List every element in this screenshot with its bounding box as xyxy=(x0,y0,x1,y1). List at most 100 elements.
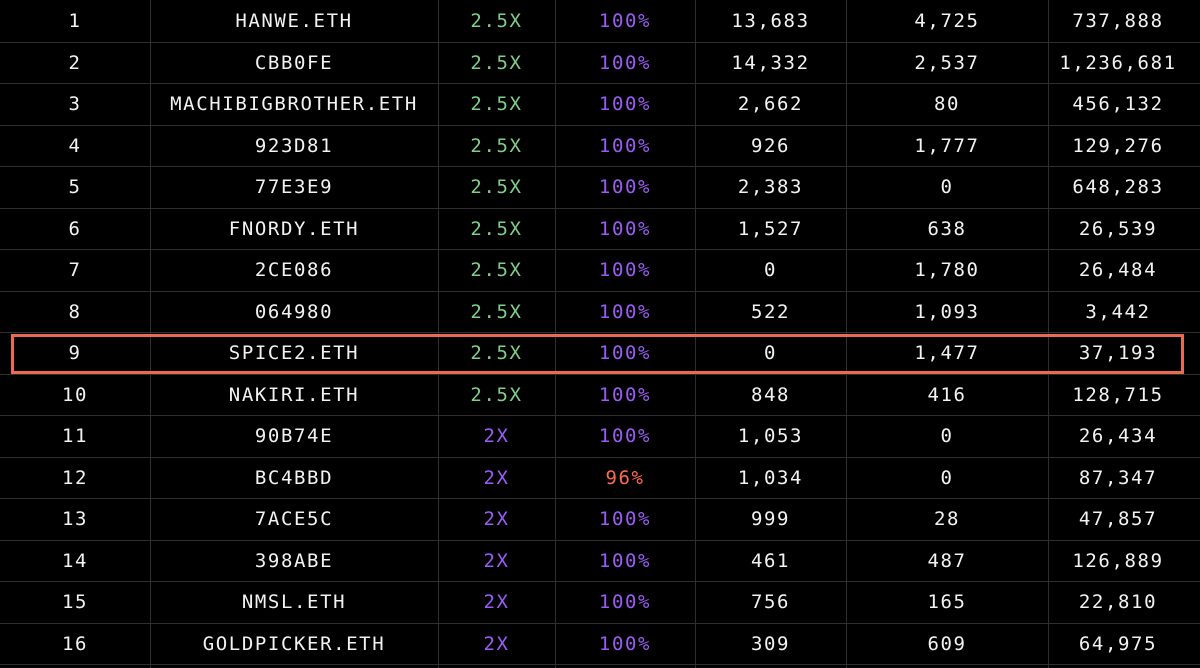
percent-cell: 100% xyxy=(598,300,652,323)
multiplier-cell: 2X xyxy=(483,425,510,448)
value-1-cell: 848 xyxy=(750,383,791,406)
percent-cell: 96% xyxy=(605,466,645,489)
table-row[interactable]: 9 SPICE2.ETH 2.5X 100% 0 1,477 37,193 xyxy=(0,333,1200,375)
value-2-cell: 0 xyxy=(940,425,954,448)
value-1-cell: 13,683 xyxy=(731,10,810,33)
multiplier-cell: 2.5X xyxy=(470,176,523,199)
table-row[interactable]: 6 FNORDY.ETH 2.5X 100% 1,527 638 26,539 xyxy=(0,209,1200,250)
wallet-name-cell: BC4BBD xyxy=(254,466,334,489)
percent-cell: 100% xyxy=(598,591,652,614)
rank-cell: 14 xyxy=(61,549,89,572)
value-1-cell: 2,662 xyxy=(737,93,804,116)
multiplier-cell: 2X xyxy=(483,549,510,572)
wallet-name-cell: CBB0FE xyxy=(254,51,334,74)
wallet-name-cell: SPICE2.ETH xyxy=(228,342,360,365)
multiplier-cell: 2.5X xyxy=(470,259,523,282)
wallet-name-cell: GOLDPICKER.ETH xyxy=(202,632,386,655)
wallet-name-cell: 90B74E xyxy=(254,425,334,448)
value-1-cell: 999 xyxy=(750,508,791,531)
value-2-cell: 0 xyxy=(940,466,954,489)
value-1-cell: 756 xyxy=(750,591,791,614)
multiplier-cell: 2.5X xyxy=(470,134,523,157)
percent-cell: 100% xyxy=(598,51,652,74)
table-row[interactable]: 8 064980 2.5X 100% 522 1,093 3,442 xyxy=(0,292,1200,333)
value-3-cell: 3,442 xyxy=(1085,300,1151,323)
value-3-cell: 26,434 xyxy=(1078,425,1158,448)
table-row[interactable]: 2 CBB0FE 2.5X 100% 14,332 2,537 1,236,681 xyxy=(0,43,1200,84)
table-row[interactable]: 12 BC4BBD 2X 96% 1,034 0 87,347 xyxy=(0,458,1200,499)
value-2-cell: 609 xyxy=(927,632,967,655)
percent-cell: 100% xyxy=(598,508,652,531)
percent-cell: 100% xyxy=(598,259,652,282)
rank-cell: 1 xyxy=(68,10,82,33)
table-row[interactable]: 13 7ACE5C 2X 100% 999 28 47,857 xyxy=(0,499,1200,541)
value-2-cell: 638 xyxy=(927,217,967,240)
value-3-cell: 37,193 xyxy=(1078,342,1158,365)
value-1-cell: 14,332 xyxy=(731,51,810,74)
value-3-cell: 126,889 xyxy=(1072,549,1164,572)
value-2-cell: 2,537 xyxy=(914,51,980,74)
value-1-cell: 0 xyxy=(763,259,778,282)
value-2-cell: 28 xyxy=(933,508,961,531)
percent-cell: 100% xyxy=(598,134,652,157)
multiplier-cell: 2.5X xyxy=(470,93,523,116)
value-1-cell: 1,053 xyxy=(737,425,804,448)
value-1-cell: 926 xyxy=(750,134,791,157)
multiplier-cell: 2.5X xyxy=(470,383,523,406)
table-row[interactable]: 1 HANWE.ETH 2.5X 100% 13,683 4,725 737,888 xyxy=(0,1,1200,43)
table-row[interactable]: 5 77E3E9 2.5X 100% 2,383 0 648,283 xyxy=(0,167,1200,209)
table-row[interactable]: 7 2CE086 2.5X 100% 0 1,780 26,484 xyxy=(0,250,1200,292)
multiplier-cell: 2.5X xyxy=(470,10,523,33)
percent-cell: 100% xyxy=(598,176,652,199)
rank-cell: 6 xyxy=(68,217,82,240)
table-row[interactable]: 14 398ABE 2X 100% 461 487 126,889 xyxy=(0,541,1200,582)
percent-cell: 100% xyxy=(598,632,652,655)
value-2-cell: 487 xyxy=(927,549,967,572)
multiplier-cell: 2X xyxy=(483,508,510,531)
table-row[interactable]: 16 GOLDPICKER.ETH 2X 100% 309 609 64,975 xyxy=(0,624,1200,665)
value-1-cell: 522 xyxy=(750,300,791,323)
column-divider xyxy=(846,0,847,668)
percent-cell: 100% xyxy=(598,425,652,448)
wallet-name-cell: 77E3E9 xyxy=(254,176,334,199)
wallet-name-cell: FNORDY.ETH xyxy=(228,217,360,240)
value-3-cell: 47,857 xyxy=(1078,508,1158,531)
multiplier-cell: 2X xyxy=(483,632,510,655)
wallet-name-cell: MACHIBIGBROTHER.ETH xyxy=(170,93,418,116)
table-row[interactable]: 4 923D81 2.5X 100% 926 1,777 129,276 xyxy=(0,126,1200,167)
value-3-cell: 64,975 xyxy=(1078,632,1158,655)
multiplier-cell: 2.5X xyxy=(470,300,523,323)
value-3-cell: 1,236,681 xyxy=(1059,51,1177,74)
percent-cell: 100% xyxy=(598,342,652,365)
table-row[interactable]: 10 NAKIRI.ETH 2.5X 100% 848 416 128,715 xyxy=(0,375,1200,416)
column-divider xyxy=(555,0,556,668)
rank-cell: 5 xyxy=(68,176,82,199)
rank-cell: 11 xyxy=(61,425,89,448)
multiplier-cell: 2.5X xyxy=(470,51,523,74)
table-row[interactable]: 3 MACHIBIGBROTHER.ETH 2.5X 100% 2,662 80 456,1… xyxy=(0,84,1200,126)
value-3-cell: 26,539 xyxy=(1078,217,1158,240)
percent-cell: 100% xyxy=(598,383,652,406)
percent-cell: 100% xyxy=(598,217,652,240)
value-1-cell: 309 xyxy=(750,632,791,655)
value-2-cell: 416 xyxy=(927,383,967,406)
column-divider xyxy=(1048,0,1049,668)
rank-cell: 2 xyxy=(68,51,82,74)
table-row[interactable]: 11 90B74E 2X 100% 1,053 0 26,434 xyxy=(0,416,1200,458)
column-divider xyxy=(438,0,439,668)
column-divider xyxy=(150,0,151,668)
value-3-cell: 26,484 xyxy=(1078,259,1158,282)
table-row[interactable]: 15 NMSL.ETH 2X 100% 756 165 22,810 xyxy=(0,582,1200,624)
value-1-cell: 0 xyxy=(763,342,778,365)
rank-cell: 9 xyxy=(68,342,82,365)
rank-cell: 13 xyxy=(61,508,89,531)
value-3-cell: 648,283 xyxy=(1072,176,1164,199)
value-3-cell: 456,132 xyxy=(1072,93,1164,116)
value-2-cell: 1,093 xyxy=(914,300,980,323)
value-2-cell: 1,777 xyxy=(914,134,980,157)
percent-cell: 100% xyxy=(598,93,652,116)
multiplier-cell: 2.5X xyxy=(470,217,523,240)
value-1-cell: 1,034 xyxy=(737,466,804,489)
wallet-name-cell: 923D81 xyxy=(254,134,334,157)
rank-cell: 12 xyxy=(61,466,89,489)
